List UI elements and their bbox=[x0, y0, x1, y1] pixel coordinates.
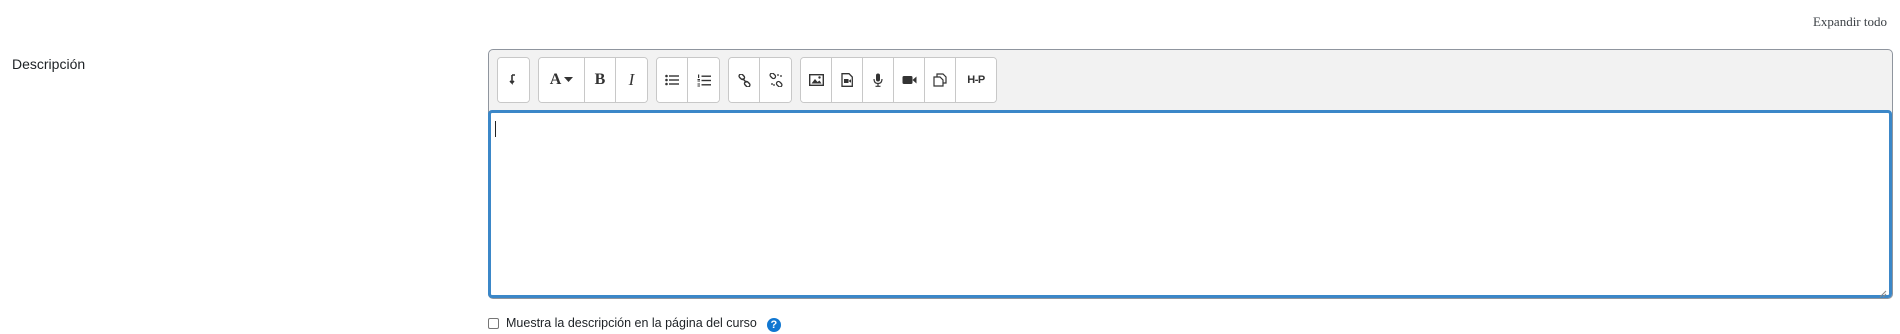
record-audio-button[interactable] bbox=[863, 58, 894, 102]
italic-button[interactable]: I bbox=[616, 58, 647, 102]
ordered-list-icon bbox=[697, 74, 711, 87]
toolbar-group-collapse bbox=[497, 57, 530, 103]
manage-files-button[interactable] bbox=[925, 58, 956, 102]
ordered-list-button[interactable] bbox=[688, 58, 719, 102]
collapse-toolbar-icon bbox=[508, 74, 519, 86]
toolbar-group-media: H-P bbox=[800, 57, 997, 103]
link-icon bbox=[737, 73, 751, 87]
italic-icon: I bbox=[628, 70, 635, 89]
font-style-dropdown-icon: A bbox=[550, 71, 574, 89]
unlink-button[interactable] bbox=[760, 58, 791, 102]
editor-toolbar: A B I H-P bbox=[497, 57, 1005, 103]
toolbar-group-lists bbox=[656, 57, 720, 103]
show-description-option: Muestra la descripción en la página del … bbox=[488, 314, 781, 332]
text-caret bbox=[495, 121, 496, 137]
rich-text-editor: A B I H-P bbox=[488, 49, 1893, 299]
toolbar-group-links bbox=[728, 57, 792, 103]
record-video-icon bbox=[902, 75, 917, 85]
unlink-icon bbox=[768, 73, 783, 87]
h5p-icon: H-P bbox=[967, 74, 985, 86]
record-audio-icon bbox=[873, 73, 883, 87]
unordered-list-icon bbox=[665, 74, 679, 86]
record-video-button[interactable] bbox=[894, 58, 925, 102]
editor-content-area[interactable] bbox=[488, 110, 1892, 298]
show-description-label: Muestra la descripción en la página del … bbox=[506, 316, 757, 330]
font-style-dropdown-button[interactable]: A bbox=[539, 58, 585, 102]
link-button[interactable] bbox=[729, 58, 760, 102]
insert-media-button[interactable] bbox=[832, 58, 863, 102]
expand-all-link[interactable]: Expandir todo bbox=[1813, 14, 1887, 30]
media-icon bbox=[841, 73, 853, 87]
help-icon[interactable]: ? bbox=[766, 317, 781, 332]
manage-files-icon bbox=[933, 73, 947, 87]
resize-grip-icon[interactable] bbox=[1879, 285, 1887, 298]
description-label: Descripción bbox=[12, 56, 86, 72]
show-description-checkbox[interactable] bbox=[488, 317, 499, 329]
collapse-toolbar-button[interactable] bbox=[498, 58, 529, 102]
image-icon bbox=[808, 74, 824, 86]
bold-icon: B bbox=[594, 71, 606, 88]
bold-button[interactable]: B bbox=[585, 58, 616, 102]
insert-h5p-button[interactable]: H-P bbox=[956, 58, 996, 102]
insert-image-button[interactable] bbox=[801, 58, 832, 102]
unordered-list-button[interactable] bbox=[657, 58, 688, 102]
toolbar-group-formatting: A B I bbox=[538, 57, 648, 103]
